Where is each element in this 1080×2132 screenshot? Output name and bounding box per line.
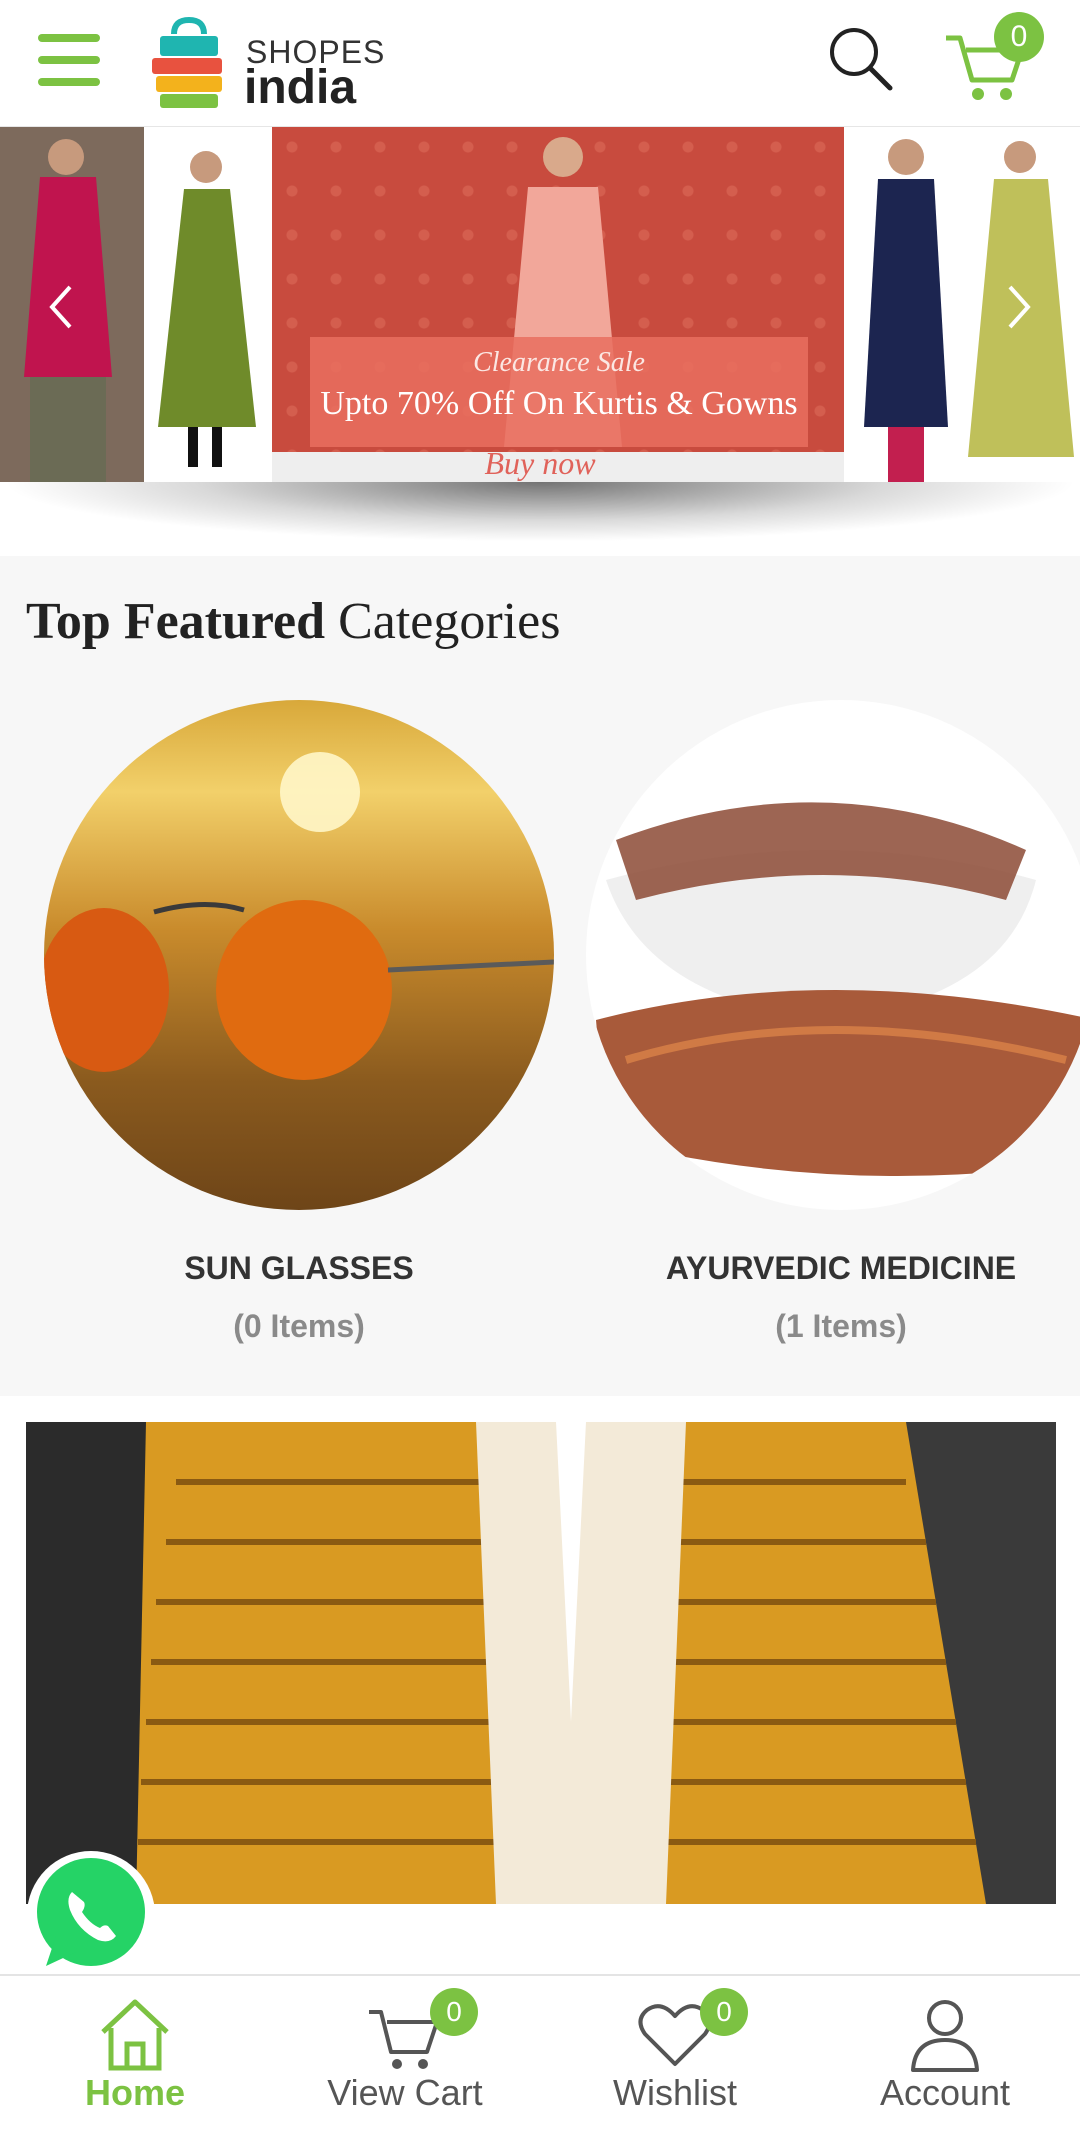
whatsapp-chat-button[interactable] — [24, 1848, 158, 1982]
category-image-ayurvedic-medicine — [586, 700, 1080, 1210]
category-name: AYURVEDIC MEDICINE — [665, 1250, 1017, 1286]
cart-count-badge: 0 — [430, 1988, 478, 2036]
featured-categories-section: Top Featured Categories SUN GLASSES (0 I… — [0, 556, 1080, 1396]
nav-label-view-cart: View Cart — [327, 2072, 483, 2113]
menu-icon[interactable] — [38, 34, 100, 86]
whatsapp-icon — [27, 1851, 155, 1979]
category-card-sunglasses[interactable]: SUN GLASSES (0 Items) — [44, 700, 554, 1344]
banner-offer-box: Clearance Sale Upto 70% Off On Kurtis & … — [310, 337, 808, 447]
carousel-next-icon[interactable] — [1000, 277, 1040, 337]
home-icon — [101, 1999, 169, 2071]
category-name: SUN GLASSES — [184, 1250, 414, 1286]
logo-text-india: india — [244, 61, 357, 114]
nav-wishlist[interactable]: 0 Wishlist — [540, 1976, 810, 2132]
cart-count-badge: 0 — [994, 12, 1044, 62]
header-cart-button[interactable]: 0 — [940, 12, 1050, 102]
category-count: (0 Items) — [233, 1308, 365, 1344]
banner-sale-label: Clearance Sale — [473, 347, 645, 378]
promo-banner-carousel[interactable]: Clearance Sale Upto 70% Off On Kurtis & … — [0, 127, 1080, 482]
banner-model-image — [144, 127, 272, 482]
shopping-bag-logo-icon — [152, 16, 222, 108]
section-title-rest: Categories — [338, 593, 561, 650]
nav-label-account: Account — [879, 2072, 1011, 2113]
banner-offer-text: Upto 70% Off On Kurtis & Gowns — [320, 385, 798, 422]
app-header: SHOPES india 0 — [0, 0, 1080, 127]
category-image-sunglasses — [44, 700, 554, 1210]
shopes-india-logo[interactable]: SHOPES india — [148, 14, 384, 114]
section-title: Top Featured Categories — [26, 592, 560, 651]
banner-model-image — [844, 127, 968, 482]
carousel-prev-icon[interactable] — [40, 277, 80, 337]
wishlist-count-badge: 0 — [700, 1988, 748, 2036]
nav-view-cart[interactable]: 0 View Cart — [270, 1976, 540, 2132]
nav-home[interactable]: Home — [0, 1976, 270, 2132]
banner-shadow — [0, 482, 1080, 542]
nav-label-wishlist: Wishlist — [613, 2072, 737, 2113]
promo-product-image[interactable] — [26, 1422, 1056, 1904]
nav-account[interactable]: Account — [810, 1976, 1080, 2132]
bottom-navigation: Home 0 View Cart 0 Wishlist Account — [0, 1974, 1080, 2132]
category-card-ayurvedic-medicine[interactable]: AYURVEDIC MEDICINE (1 Items) — [586, 700, 1080, 1344]
search-icon[interactable] — [826, 24, 896, 94]
category-count: (1 Items) — [775, 1308, 907, 1344]
user-icon — [911, 2000, 979, 2072]
nav-label-home: Home — [84, 2072, 186, 2113]
section-title-bold: Top Featured — [26, 593, 326, 650]
